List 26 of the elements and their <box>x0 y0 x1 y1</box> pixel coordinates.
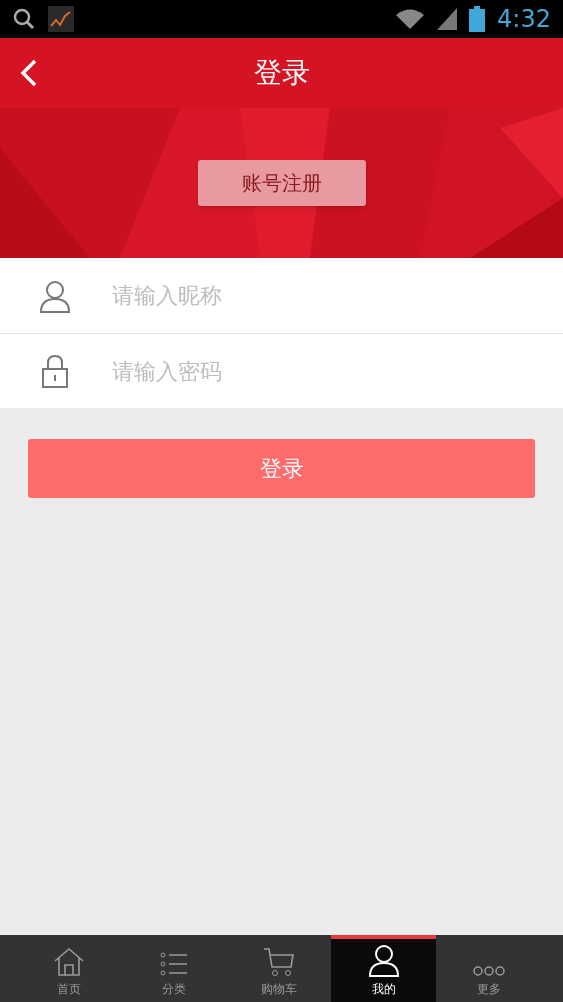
tab[interactable]: 更多 <box>436 935 541 1002</box>
tab[interactable]: 首页 <box>16 935 121 1002</box>
wifi-icon <box>395 7 426 31</box>
more-icon <box>472 965 505 977</box>
list-icon <box>159 951 188 977</box>
page-title: 登录 <box>253 55 310 91</box>
login-button[interactable]: 登录 <box>28 439 535 498</box>
clock-time: 4:32 <box>497 4 551 35</box>
tab[interactable]: 分类 <box>121 935 226 1002</box>
search-icon <box>12 7 36 31</box>
lock-icon <box>41 354 69 388</box>
input-field[interactable]: 请输入昵称 <box>0 258 563 333</box>
register-button[interactable]: 账号注册 <box>197 160 366 206</box>
person-icon <box>39 278 71 313</box>
tab[interactable]: 购物车 <box>226 935 331 1002</box>
text-input[interactable]: 请输入昵称 <box>112 258 563 333</box>
signal-icon <box>437 8 458 30</box>
home-icon <box>52 947 85 977</box>
tab[interactable]: 我的 <box>331 935 436 1002</box>
person-icon <box>367 943 400 977</box>
battery-icon <box>469 6 486 32</box>
input-field[interactable]: 请输入密码 <box>0 333 563 408</box>
chart-icon <box>48 6 74 32</box>
back-icon <box>20 58 38 88</box>
text-input[interactable]: 请输入密码 <box>112 334 563 408</box>
cart-icon <box>262 947 295 977</box>
